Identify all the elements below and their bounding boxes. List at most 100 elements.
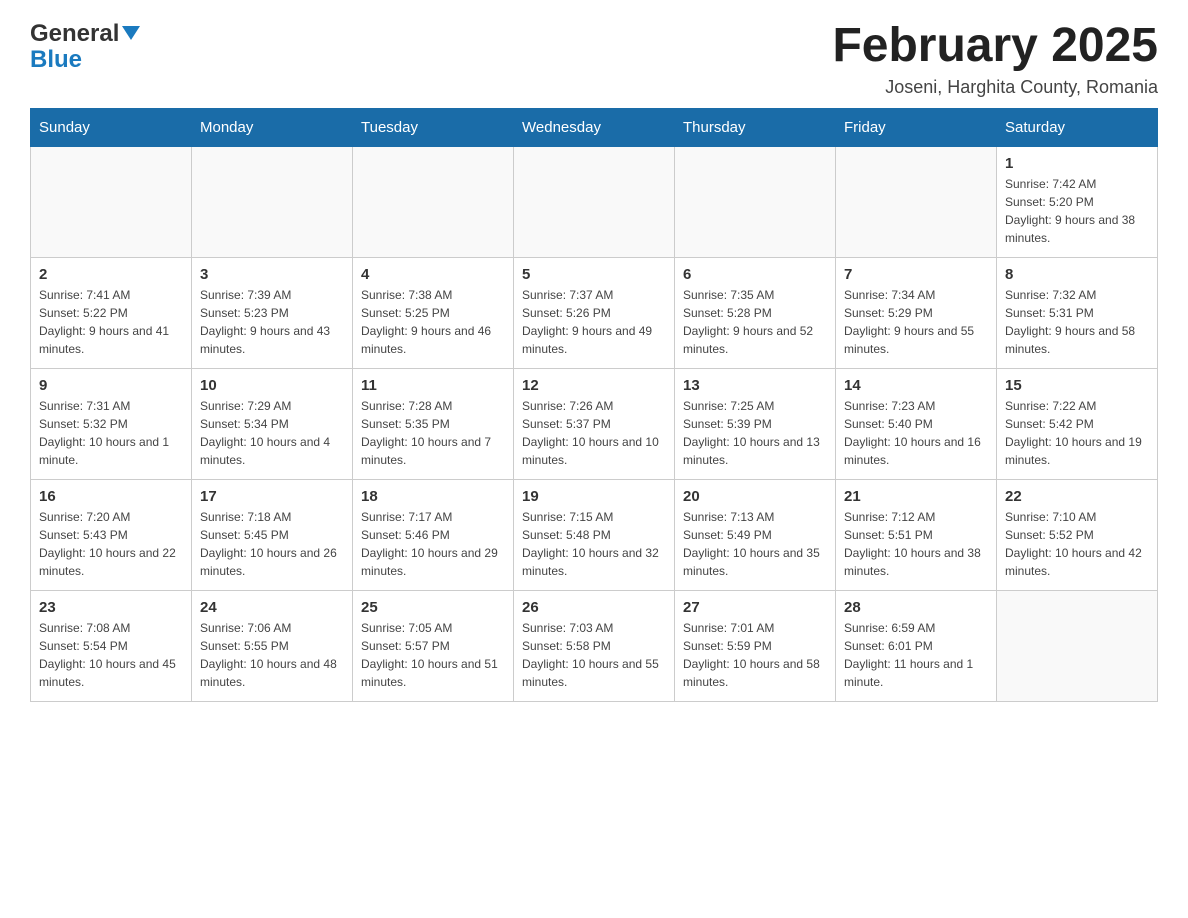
- day-number: 10: [200, 377, 344, 394]
- day-info: Sunrise: 7:32 AM Sunset: 5:31 PM Dayligh…: [1005, 286, 1149, 358]
- calendar-cell: 16 Sunrise: 7:20 AM Sunset: 5:43 PM Dayli…: [31, 479, 192, 590]
- calendar-cell: 8 Sunrise: 7:32 AM Sunset: 5:31 PM Daylig…: [997, 257, 1158, 368]
- calendar-cell: 23 Sunrise: 7:08 AM Sunset: 5:54 PM Dayli…: [31, 590, 192, 701]
- day-info: Sunrise: 6:59 AM Sunset: 6:01 PM Dayligh…: [844, 619, 988, 691]
- day-info: Sunrise: 7:39 AM Sunset: 5:23 PM Dayligh…: [200, 286, 344, 358]
- day-number: 17: [200, 488, 344, 505]
- week-row-3: 16 Sunrise: 7:20 AM Sunset: 5:43 PM Dayli…: [31, 479, 1158, 590]
- day-number: 14: [844, 377, 988, 394]
- day-number: 8: [1005, 266, 1149, 283]
- day-info: Sunrise: 7:31 AM Sunset: 5:32 PM Dayligh…: [39, 397, 183, 469]
- day-number: 7: [844, 266, 988, 283]
- location-subtitle: Joseni, Harghita County, Romania: [832, 77, 1158, 98]
- logo-blue-text: Blue: [30, 46, 140, 74]
- day-number: 18: [361, 488, 505, 505]
- day-number: 26: [522, 599, 666, 616]
- calendar-cell: 15 Sunrise: 7:22 AM Sunset: 5:42 PM Dayli…: [997, 368, 1158, 479]
- day-info: Sunrise: 7:34 AM Sunset: 5:29 PM Dayligh…: [844, 286, 988, 358]
- header-friday: Friday: [836, 108, 997, 146]
- logo-arrow-icon: [122, 26, 140, 44]
- calendar-cell: 10 Sunrise: 7:29 AM Sunset: 5:34 PM Dayli…: [192, 368, 353, 479]
- calendar-cell: 9 Sunrise: 7:31 AM Sunset: 5:32 PM Daylig…: [31, 368, 192, 479]
- calendar-cell: 12 Sunrise: 7:26 AM Sunset: 5:37 PM Dayli…: [514, 368, 675, 479]
- header-wednesday: Wednesday: [514, 108, 675, 146]
- calendar-cell: 19Sunrise: 7:15 AM Sunset: 5:48 PM Dayli…: [514, 479, 675, 590]
- day-number: 22: [1005, 488, 1149, 505]
- calendar-cell: [836, 146, 997, 257]
- calendar-cell: [997, 590, 1158, 701]
- day-info: Sunrise: 7:03 AM Sunset: 5:58 PM Dayligh…: [522, 619, 666, 691]
- calendar-body: 1Sunrise: 7:42 AM Sunset: 5:20 PM Daylig…: [31, 146, 1158, 701]
- calendar-cell: 24 Sunrise: 7:06 AM Sunset: 5:55 PM Dayli…: [192, 590, 353, 701]
- page-header: General Blue February 2025 Joseni, Hargh…: [30, 20, 1158, 98]
- calendar-cell: 11Sunrise: 7:28 AM Sunset: 5:35 PM Dayli…: [353, 368, 514, 479]
- day-number: 23: [39, 599, 183, 616]
- day-info: Sunrise: 7:06 AM Sunset: 5:55 PM Dayligh…: [200, 619, 344, 691]
- calendar-cell: 1Sunrise: 7:42 AM Sunset: 5:20 PM Daylig…: [997, 146, 1158, 257]
- day-info: Sunrise: 7:35 AM Sunset: 5:28 PM Dayligh…: [683, 286, 827, 358]
- header-saturday: Saturday: [997, 108, 1158, 146]
- day-info: Sunrise: 7:01 AM Sunset: 5:59 PM Dayligh…: [683, 619, 827, 691]
- calendar-cell: 22 Sunrise: 7:10 AM Sunset: 5:52 PM Dayli…: [997, 479, 1158, 590]
- week-row-4: 23 Sunrise: 7:08 AM Sunset: 5:54 PM Dayli…: [31, 590, 1158, 701]
- day-info: Sunrise: 7:37 AM Sunset: 5:26 PM Dayligh…: [522, 286, 666, 358]
- day-number: 16: [39, 488, 183, 505]
- header-monday: Monday: [192, 108, 353, 146]
- day-info: Sunrise: 7:10 AM Sunset: 5:52 PM Dayligh…: [1005, 508, 1149, 580]
- day-number: 3: [200, 266, 344, 283]
- calendar-cell: 17Sunrise: 7:18 AM Sunset: 5:45 PM Dayli…: [192, 479, 353, 590]
- calendar-cell: 7 Sunrise: 7:34 AM Sunset: 5:29 PM Daylig…: [836, 257, 997, 368]
- title-area: February 2025 Joseni, Harghita County, R…: [832, 20, 1158, 98]
- header-sunday: Sunday: [31, 108, 192, 146]
- day-info: Sunrise: 7:28 AM Sunset: 5:35 PM Dayligh…: [361, 397, 505, 469]
- day-info: Sunrise: 7:38 AM Sunset: 5:25 PM Dayligh…: [361, 286, 505, 358]
- calendar-cell: 18 Sunrise: 7:17 AM Sunset: 5:46 PM Dayli…: [353, 479, 514, 590]
- calendar-cell: 27 Sunrise: 7:01 AM Sunset: 5:59 PM Dayli…: [675, 590, 836, 701]
- day-number: 21: [844, 488, 988, 505]
- header-thursday: Thursday: [675, 108, 836, 146]
- calendar-cell: 5Sunrise: 7:37 AM Sunset: 5:26 PM Daylig…: [514, 257, 675, 368]
- day-number: 4: [361, 266, 505, 283]
- day-number: 15: [1005, 377, 1149, 394]
- day-number: 28: [844, 599, 988, 616]
- week-row-1: 2 Sunrise: 7:41 AM Sunset: 5:22 PM Daylig…: [31, 257, 1158, 368]
- calendar-cell: 2 Sunrise: 7:41 AM Sunset: 5:22 PM Daylig…: [31, 257, 192, 368]
- day-info: Sunrise: 7:05 AM Sunset: 5:57 PM Dayligh…: [361, 619, 505, 691]
- day-info: Sunrise: 7:29 AM Sunset: 5:34 PM Dayligh…: [200, 397, 344, 469]
- day-number: 2: [39, 266, 183, 283]
- logo-general-text: General: [30, 20, 119, 48]
- day-info: Sunrise: 7:12 AM Sunset: 5:51 PM Dayligh…: [844, 508, 988, 580]
- day-number: 25: [361, 599, 505, 616]
- calendar-cell: 26 Sunrise: 7:03 AM Sunset: 5:58 PM Dayli…: [514, 590, 675, 701]
- day-info: Sunrise: 7:20 AM Sunset: 5:43 PM Dayligh…: [39, 508, 183, 580]
- calendar-cell: 4 Sunrise: 7:38 AM Sunset: 5:25 PM Daylig…: [353, 257, 514, 368]
- day-info: Sunrise: 7:41 AM Sunset: 5:22 PM Dayligh…: [39, 286, 183, 358]
- day-info: Sunrise: 7:26 AM Sunset: 5:37 PM Dayligh…: [522, 397, 666, 469]
- week-row-0: 1Sunrise: 7:42 AM Sunset: 5:20 PM Daylig…: [31, 146, 1158, 257]
- day-info: Sunrise: 7:08 AM Sunset: 5:54 PM Dayligh…: [39, 619, 183, 691]
- day-info: Sunrise: 7:22 AM Sunset: 5:42 PM Dayligh…: [1005, 397, 1149, 469]
- day-info: Sunrise: 7:42 AM Sunset: 5:20 PM Dayligh…: [1005, 175, 1149, 247]
- day-info: Sunrise: 7:23 AM Sunset: 5:40 PM Dayligh…: [844, 397, 988, 469]
- day-number: 24: [200, 599, 344, 616]
- day-number: 20: [683, 488, 827, 505]
- calendar-cell: 13Sunrise: 7:25 AM Sunset: 5:39 PM Dayli…: [675, 368, 836, 479]
- day-number: 12: [522, 377, 666, 394]
- logo: General Blue: [30, 20, 140, 74]
- day-number: 9: [39, 377, 183, 394]
- calendar-table: Sunday Monday Tuesday Wednesday Thursday…: [30, 108, 1158, 702]
- day-info: Sunrise: 7:25 AM Sunset: 5:39 PM Dayligh…: [683, 397, 827, 469]
- calendar-cell: [31, 146, 192, 257]
- calendar-cell: [675, 146, 836, 257]
- calendar-cell: 3 Sunrise: 7:39 AM Sunset: 5:23 PM Daylig…: [192, 257, 353, 368]
- day-info: Sunrise: 7:17 AM Sunset: 5:46 PM Dayligh…: [361, 508, 505, 580]
- calendar-cell: 14 Sunrise: 7:23 AM Sunset: 5:40 PM Dayli…: [836, 368, 997, 479]
- day-info: Sunrise: 7:13 AM Sunset: 5:49 PM Dayligh…: [683, 508, 827, 580]
- day-number: 27: [683, 599, 827, 616]
- calendar-cell: [514, 146, 675, 257]
- calendar-cell: 25 Sunrise: 7:05 AM Sunset: 5:57 PM Dayli…: [353, 590, 514, 701]
- calendar-cell: 21 Sunrise: 7:12 AM Sunset: 5:51 PM Dayli…: [836, 479, 997, 590]
- calendar-cell: 6Sunrise: 7:35 AM Sunset: 5:28 PM Daylig…: [675, 257, 836, 368]
- calendar-header: Sunday Monday Tuesday Wednesday Thursday…: [31, 108, 1158, 146]
- week-row-2: 9 Sunrise: 7:31 AM Sunset: 5:32 PM Daylig…: [31, 368, 1158, 479]
